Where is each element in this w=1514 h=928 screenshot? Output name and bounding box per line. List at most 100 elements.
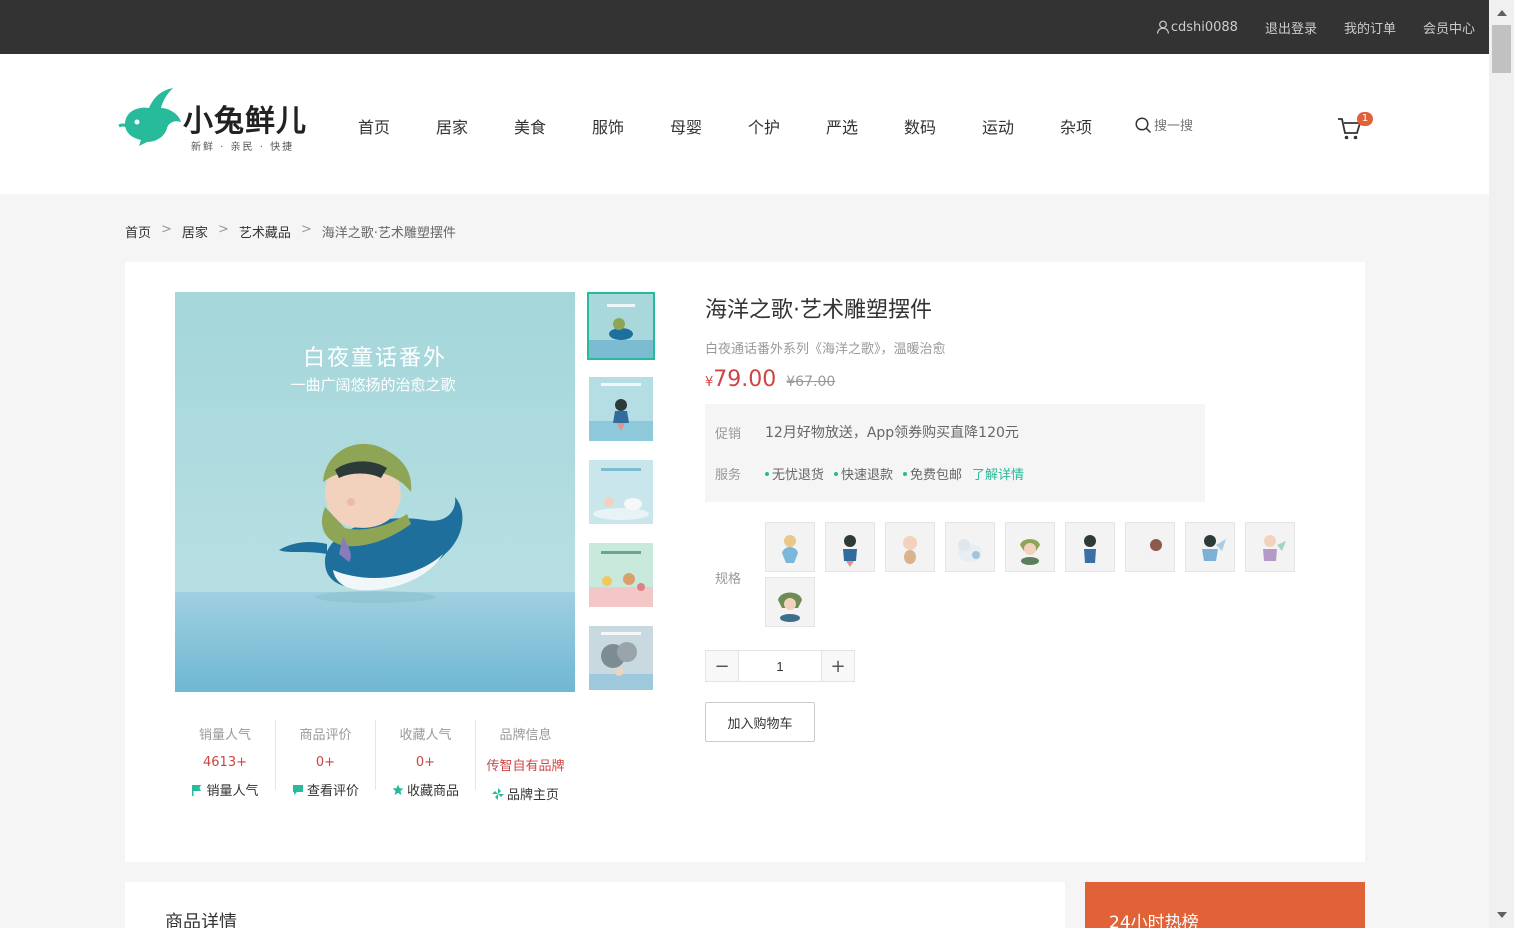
nav-food[interactable]: 美食 bbox=[514, 114, 592, 138]
breadcrumb-separator: > bbox=[300, 222, 312, 237]
promo-label: 促销 bbox=[715, 426, 742, 442]
promo-text: 12月好物放送，App领券购买直降120元 bbox=[765, 425, 1019, 441]
decrease-button[interactable]: − bbox=[706, 651, 738, 681]
user-icon bbox=[1156, 20, 1170, 34]
breadcrumb-subcategory[interactable]: 艺术藏品 bbox=[239, 222, 291, 241]
nav-selection[interactable]: 严选 bbox=[826, 114, 904, 138]
logo[interactable]: 小兔鲜儿 新鲜 · 亲民 · 快捷 bbox=[117, 84, 317, 154]
sku-option-2[interactable] bbox=[825, 522, 875, 572]
scrollbar-thumb[interactable] bbox=[1492, 25, 1511, 73]
image-subline: 一曲广阔悠扬的治愈之歌 bbox=[290, 376, 456, 394]
stat-label: 商品评价 bbox=[299, 728, 352, 743]
nav-baby[interactable]: 母婴 bbox=[670, 114, 748, 138]
breadcrumb-category[interactable]: 居家 bbox=[182, 222, 208, 241]
stat-reviews: 商品评价 0+ 查看评价 bbox=[275, 720, 375, 799]
spec-selector: 规格 bbox=[705, 522, 1325, 632]
product-stats: 销量人气 4613+ 销量人气 商品评价 0+ 查看评价 收藏人气 0+ 收藏商… bbox=[175, 720, 575, 803]
breadcrumb: 首页 > 居家 > 艺术藏品 > 海洋之歌·艺术雕塑摆件 bbox=[125, 222, 456, 241]
search-icon bbox=[1135, 117, 1152, 134]
increase-button[interactable]: + bbox=[822, 651, 854, 681]
star-icon bbox=[392, 784, 404, 795]
quantity-stepper: − + bbox=[705, 650, 855, 682]
stat-sales: 销量人气 4613+ 销量人气 bbox=[175, 720, 275, 799]
thumbnail-3[interactable] bbox=[587, 458, 655, 526]
stat-action-favorite[interactable]: 收藏商品 bbox=[376, 780, 475, 799]
promo-box: 促销 12月好物放送，App领券购买直降120元 服务 无忧退货 快速退款 免费… bbox=[705, 404, 1205, 502]
search-input[interactable] bbox=[1154, 118, 1234, 133]
nav-digital[interactable]: 数码 bbox=[904, 114, 982, 138]
stat-value: 0+ bbox=[415, 755, 436, 770]
nav-personal-care[interactable]: 个护 bbox=[748, 114, 826, 138]
thumbnail-5[interactable] bbox=[587, 624, 655, 692]
sku-option-3[interactable] bbox=[885, 522, 935, 572]
service-item: 快速退款 bbox=[834, 464, 893, 483]
cart-button[interactable]: 1 bbox=[1337, 112, 1373, 142]
add-to-cart-button[interactable]: 加入购物车 bbox=[705, 702, 815, 742]
sku-option-7[interactable] bbox=[1125, 522, 1175, 572]
nav-home-living[interactable]: 居家 bbox=[436, 114, 514, 138]
sku-option-1[interactable] bbox=[765, 522, 815, 572]
sku-option-8[interactable] bbox=[1185, 522, 1235, 572]
breadcrumb-current: 海洋之歌·艺术雕塑摆件 bbox=[321, 226, 456, 241]
sku-option-9[interactable] bbox=[1245, 522, 1295, 572]
thumbnail-4[interactable] bbox=[587, 541, 655, 609]
comment-icon bbox=[292, 784, 303, 795]
cart-count-badge: 1 bbox=[1357, 112, 1373, 126]
top-bar: cdshi0088 退出登录 我的订单 会员中心 bbox=[0, 0, 1489, 54]
sku-option-5[interactable] bbox=[1005, 522, 1055, 572]
thumbnail-2[interactable] bbox=[587, 375, 655, 443]
stat-value: 0+ bbox=[315, 755, 336, 770]
nav-apparel[interactable]: 服饰 bbox=[592, 114, 670, 138]
main-product-image: 白夜童话番外 一曲广阔悠扬的治愈之歌 bbox=[175, 292, 575, 692]
nav-sports[interactable]: 运动 bbox=[982, 114, 1060, 138]
username: cdshi0088 bbox=[1170, 19, 1238, 35]
stat-value: 传智自有品牌 bbox=[486, 759, 565, 774]
page-scrollbar[interactable] bbox=[1489, 0, 1514, 928]
brand-name: 小兔鲜儿 bbox=[183, 104, 307, 139]
service-item: 无忧退货 bbox=[765, 464, 824, 483]
logout-link[interactable]: 退出登录 bbox=[1265, 18, 1317, 37]
stat-action-sales[interactable]: 销量人气 bbox=[175, 780, 275, 799]
product-panel: 白夜童话番外 一曲广阔悠扬的治愈之歌 销量人气 4613+ 销量人气 商品评价 … bbox=[125, 262, 1365, 862]
product-description: 白夜通话番外系列《海洋之歌》，温暖治愈 bbox=[705, 342, 946, 357]
breadcrumb-separator: > bbox=[217, 222, 229, 237]
scroll-down-arrow-icon[interactable] bbox=[1497, 912, 1507, 918]
rabbit-logo-icon bbox=[118, 88, 181, 146]
search-box bbox=[1135, 117, 1234, 134]
breadcrumb-home[interactable]: 首页 bbox=[125, 222, 151, 241]
flag-icon bbox=[192, 784, 202, 796]
hot-ranking-panel: 24小时热榜 bbox=[1085, 882, 1365, 928]
product-detail-section: 商品详情 bbox=[125, 882, 1065, 928]
detail-title: 商品详情 bbox=[165, 912, 237, 928]
quantity-input[interactable] bbox=[738, 651, 822, 681]
service-item: 免费包邮 bbox=[903, 464, 962, 483]
my-orders-link[interactable]: 我的订单 bbox=[1344, 18, 1396, 37]
stat-action-reviews[interactable]: 查看评价 bbox=[276, 780, 375, 799]
breadcrumb-separator: > bbox=[161, 222, 172, 237]
spec-label: 规格 bbox=[715, 572, 742, 587]
price-row: ¥79.00 ¥67.00 bbox=[705, 367, 1325, 392]
sku-option-4[interactable] bbox=[945, 522, 995, 572]
stat-brand: 品牌信息 传智自有品牌 品牌主页 bbox=[475, 720, 575, 803]
brand-slogan: 新鲜 · 亲民 · 快捷 bbox=[191, 142, 295, 153]
stat-action-brand[interactable]: 品牌主页 bbox=[476, 784, 575, 803]
sku-option-6[interactable] bbox=[1065, 522, 1115, 572]
thumbnail-1[interactable] bbox=[587, 292, 655, 360]
learn-more-link[interactable]: 了解详情 bbox=[972, 464, 1024, 483]
current-price: ¥79.00 bbox=[705, 367, 777, 392]
main-nav: 首页 居家 美食 服饰 母婴 个护 严选 数码 运动 杂项 bbox=[358, 114, 1138, 138]
hot-ranking-title: 24小时热榜 bbox=[1109, 913, 1199, 928]
image-headline: 白夜童话番外 bbox=[302, 346, 447, 371]
stat-label: 收藏人气 bbox=[399, 728, 452, 743]
sku-option-10[interactable] bbox=[765, 577, 815, 627]
user-link[interactable]: cdshi0088 bbox=[1156, 20, 1238, 35]
scroll-up-arrow-icon[interactable] bbox=[1497, 10, 1507, 16]
stat-label: 品牌信息 bbox=[499, 728, 552, 743]
stat-value: 4613+ bbox=[203, 755, 247, 770]
original-price: ¥67.00 bbox=[786, 374, 836, 390]
product-info: 海洋之歌·艺术雕塑摆件 白夜通话番外系列《海洋之歌》，温暖治愈 ¥79.00 ¥… bbox=[705, 292, 1325, 502]
member-center-link[interactable]: 会员中心 bbox=[1423, 18, 1475, 37]
nav-home[interactable]: 首页 bbox=[358, 114, 436, 138]
product-name: 海洋之歌·艺术雕塑摆件 bbox=[705, 298, 932, 323]
nav-misc[interactable]: 杂项 bbox=[1060, 114, 1138, 138]
